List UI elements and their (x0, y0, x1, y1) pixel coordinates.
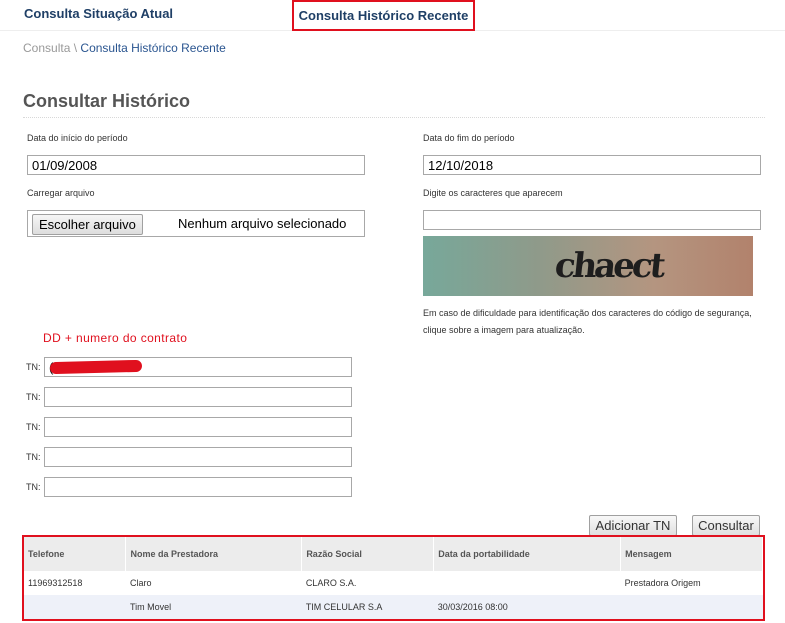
captcha-label: Digite os caracteres que aparecem (423, 188, 563, 198)
file-upload-field: Escolher arquivo Nenhum arquivo selecion… (27, 210, 365, 237)
tab-consulta-situacao-atual[interactable]: Consulta Situação Atual (24, 0, 173, 31)
tn-input[interactable] (44, 417, 352, 437)
breadcrumb-separator: \ (73, 41, 78, 55)
table-cell: Prestadora Origem (620, 571, 763, 595)
add-tn-button[interactable]: Adicionar TN (589, 515, 677, 536)
table-cell: 11969312518 (24, 571, 126, 595)
table-row: 11969312518 Claro CLARO S.A. Prestadora … (24, 571, 763, 595)
column-header-mensagem: Mensagem (620, 537, 763, 571)
captcha-image-text: chaect (552, 246, 665, 286)
choose-file-button[interactable]: Escolher arquivo (32, 214, 143, 235)
tn-label: TN: (26, 392, 41, 402)
captcha-input[interactable] (423, 210, 761, 230)
column-header-telefone: Telefone (24, 537, 127, 571)
table-row: Tim Movel TIM CELULAR S.A 30/03/2016 08:… (24, 595, 763, 619)
table-cell: Tim Movel (125, 595, 302, 619)
tn-label: TN: (26, 362, 41, 372)
tab-consulta-historico-recente[interactable]: Consulta Histórico Recente (292, 0, 475, 31)
tn-label: TN: (26, 422, 41, 432)
redaction-mark (49, 359, 143, 375)
tn-input[interactable] (44, 477, 352, 497)
table-cell: Claro (125, 571, 302, 595)
end-date-input[interactable] (423, 155, 761, 175)
table-header-row: Telefone Nome da Prestadora Razão Social… (24, 537, 763, 571)
breadcrumb: Consulta \ Consulta Histórico Recente (23, 41, 226, 55)
table-cell (433, 571, 621, 595)
column-header-razao-social: Razão Social (301, 537, 435, 571)
results-table: Telefone Nome da Prestadora Razão Social… (24, 537, 763, 619)
annotation-note: DD + numero do contrato (43, 331, 188, 345)
table-cell: 30/03/2016 08:00 (433, 595, 621, 619)
consultar-button[interactable]: Consultar (692, 515, 760, 536)
column-header-data-portabilidade: Data da portabilidade (433, 537, 622, 571)
table-cell (620, 595, 763, 619)
captcha-image[interactable]: chaect (423, 236, 753, 296)
captcha-help-text: Em caso de dificuldade para identificaçã… (423, 308, 752, 335)
breadcrumb-root: Consulta (23, 41, 71, 55)
start-date-label: Data do início do período (27, 133, 128, 143)
column-header-nome-prestadora: Nome da Prestadora (125, 537, 303, 571)
tn-label: TN: (26, 482, 41, 492)
file-status-text: Nenhum arquivo selecionado (178, 216, 347, 231)
tn-label: TN: (26, 452, 41, 462)
top-navigation: Consulta Situação Atual Consulta Históri… (0, 0, 785, 31)
end-date-label: Data do fim do período (423, 133, 515, 143)
start-date-input[interactable] (27, 155, 365, 175)
table-cell: TIM CELULAR S.A (301, 595, 434, 619)
table-cell (24, 595, 126, 619)
table-cell: CLARO S.A. (301, 571, 434, 595)
breadcrumb-current[interactable]: Consulta Histórico Recente (80, 41, 225, 55)
page-title: Consultar Histórico (23, 91, 765, 118)
results-table-container: Telefone Nome da Prestadora Razão Social… (22, 535, 765, 621)
tn-input[interactable] (44, 447, 352, 467)
tn-input[interactable] (44, 387, 352, 407)
file-upload-label: Carregar arquivo (27, 188, 95, 198)
